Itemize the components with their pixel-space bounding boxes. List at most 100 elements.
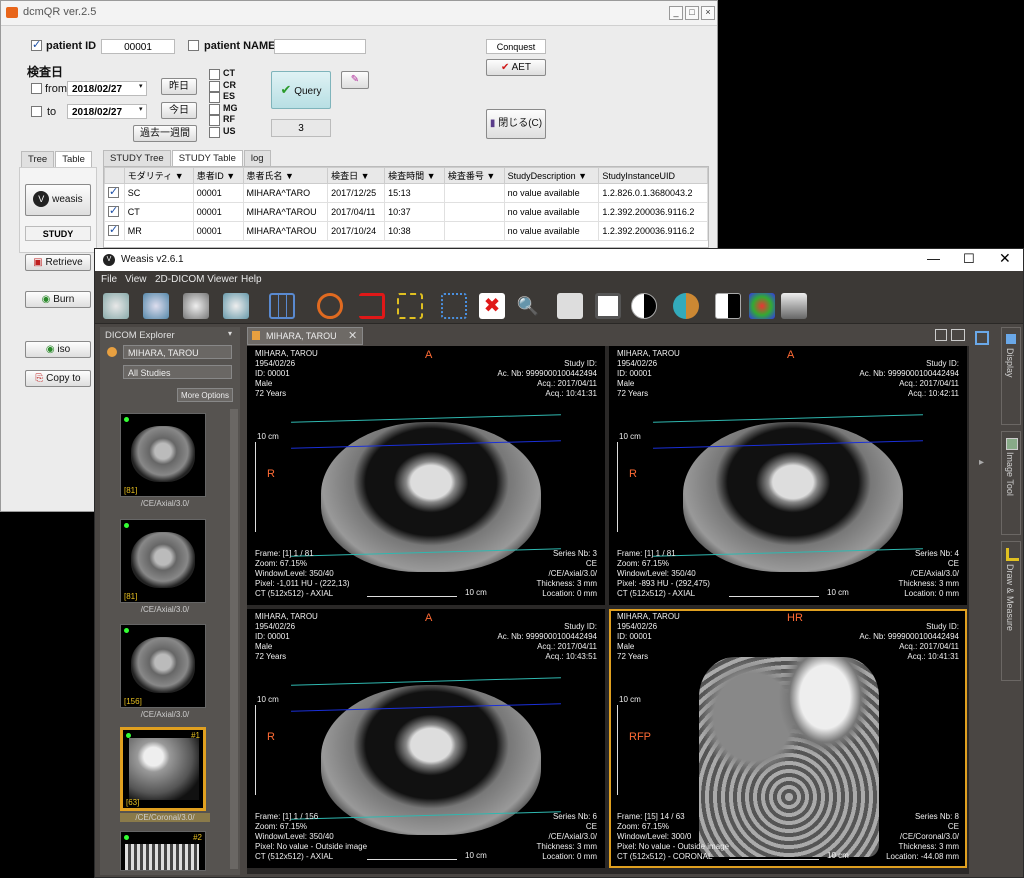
from-date-picker[interactable]: 2018/02/27 (67, 81, 147, 96)
tab-tree[interactable]: Tree (21, 151, 55, 167)
viewport[interactable]: MIHARA, TAROU 1954/02/26 ID: 00001 Male 72 Y… (247, 346, 605, 605)
more-options-button[interactable]: More Options (177, 388, 233, 402)
layout-grid-icon[interactable] (269, 293, 295, 319)
column-header[interactable]: 患者ID ▼ (192, 167, 244, 184)
mpr-icon[interactable] (781, 293, 807, 319)
viewer-tab[interactable]: MIHARA, TAROU ✕ (247, 327, 363, 345)
patient-name-input[interactable] (274, 39, 366, 54)
minimize-icon[interactable]: _ (669, 6, 683, 20)
row-checkbox-cell[interactable] (104, 221, 125, 241)
row-checkbox[interactable] (108, 223, 119, 236)
chevron-down-icon[interactable]: ▾ (139, 82, 143, 90)
column-header[interactable]: モダリティ ▼ (123, 167, 194, 184)
aet-button[interactable]: ✔ AET (486, 59, 546, 76)
chevron-down-icon[interactable]: ▾ (228, 329, 232, 338)
window-icon[interactable] (951, 329, 965, 341)
column-header[interactable]: StudyInstanceUID (598, 167, 708, 184)
column-header[interactable]: 患者氏名 ▼ (242, 167, 329, 184)
export-icon[interactable] (183, 293, 209, 319)
tab-study-tree[interactable]: STUDY Tree (103, 150, 171, 166)
crosshair-icon[interactable] (441, 293, 467, 319)
studies-select[interactable]: All Studies (123, 365, 232, 379)
lut-icon[interactable] (673, 293, 699, 319)
row-checkbox-cell[interactable] (104, 183, 125, 203)
row-checkbox-cell[interactable] (104, 202, 125, 222)
column-header[interactable]: 検査日 ▼ (327, 167, 386, 184)
to-checkbox[interactable] (31, 106, 42, 117)
burn-button[interactable]: ◉ Burn (25, 291, 91, 308)
window-level-icon[interactable] (631, 293, 657, 319)
yesterday-button[interactable]: 昨日 (161, 78, 197, 95)
modality-checkbox-ct[interactable] (209, 69, 220, 80)
past-week-button[interactable]: 過去一週間 (133, 125, 197, 142)
column-header[interactable] (104, 167, 125, 184)
table-row[interactable]: MR00001MIHARA^TAROU2017/10/2410:38 no val… (104, 221, 708, 241)
delete-icon[interactable]: ✖ (479, 293, 505, 319)
select-icon[interactable] (397, 293, 423, 319)
patient-select[interactable]: MIHARA, TAROU (123, 345, 232, 359)
modality-checkbox-cr[interactable] (209, 80, 220, 92)
from-checkbox[interactable] (31, 83, 42, 94)
zoom-icon[interactable]: 🔍 (515, 293, 541, 319)
close-icon[interactable]: ✕ (999, 250, 1011, 267)
panel-toggle-icon[interactable] (975, 331, 989, 345)
explorer-scrollbar[interactable] (230, 409, 238, 869)
series-thumbnail[interactable]: [63] #1 (120, 727, 206, 811)
series-thumbnail[interactable]: [81] (120, 519, 206, 603)
image-tool-panel-tab[interactable]: Image Tool (1001, 431, 1021, 535)
draw-measure-panel-tab[interactable]: Draw & Measure (1001, 541, 1021, 681)
row-checkbox[interactable] (108, 204, 119, 217)
layout-icon[interactable] (935, 329, 947, 341)
row-checkbox[interactable] (108, 185, 119, 198)
column-header[interactable]: 検査番号 ▼ (443, 167, 505, 184)
minimize-icon[interactable]: — (927, 251, 940, 266)
save-icon[interactable] (595, 293, 621, 319)
weasis-button[interactable]: V weasis (25, 184, 91, 216)
import-icon[interactable] (143, 293, 169, 319)
tab-table[interactable]: Table (55, 151, 92, 167)
table-row[interactable]: CT00001MIHARA^TAROU2017/04/1110:37 no val… (104, 202, 708, 222)
copy-to-button[interactable]: ⎘ Copy to (25, 370, 91, 387)
column-header[interactable]: 検査時間 ▼ (384, 167, 445, 184)
iso-button[interactable]: ◉ iso (25, 341, 91, 358)
patient-id-checkbox[interactable] (31, 38, 42, 51)
modality-checkbox-mg[interactable] (209, 103, 220, 115)
series-thumbnail[interactable]: [81] (120, 413, 206, 497)
close-dialog-button[interactable]: ▮ 閉じる(C) (486, 109, 546, 139)
viewport[interactable]: MIHARA, TAROU 1954/02/26 ID: 00001 Male 72 Y… (247, 609, 605, 868)
modality-checkbox-rf[interactable] (209, 115, 220, 126)
invert-icon[interactable] (715, 293, 741, 319)
series-thumbnail[interactable]: #2 (120, 831, 206, 871)
chevron-right-icon[interactable]: ▸ (979, 457, 984, 468)
maximize-icon[interactable]: ☐ (963, 251, 975, 267)
close-icon[interactable]: × (701, 6, 715, 20)
display-panel-tab[interactable]: Display (1001, 327, 1021, 425)
today-button[interactable]: 今日 (161, 102, 197, 119)
query-button[interactable]: ✔ Query (271, 71, 331, 109)
tab-log[interactable]: log (243, 150, 271, 166)
close-tab-icon[interactable]: ✕ (348, 329, 357, 342)
column-header[interactable]: StudyDescription ▼ (503, 167, 600, 184)
crop-icon[interactable] (359, 293, 385, 319)
maximize-icon[interactable]: □ (685, 6, 699, 20)
menu-view[interactable]: View (125, 274, 147, 285)
retrieve-button[interactable]: ▣ Retrieve (25, 254, 91, 271)
to-date-picker[interactable]: 2018/02/27 (67, 104, 147, 119)
viewport[interactable]: MIHARA, TAROU 1954/02/26 ID: 00001 Male 72 Y… (609, 609, 967, 868)
tab-study-table[interactable]: STUDY Table (171, 150, 243, 166)
print-icon[interactable] (223, 293, 249, 319)
viewport[interactable]: MIHARA, TAROU 1954/02/26 ID: 00001 Male 72 Y… (609, 346, 967, 605)
modality-checkbox-us[interactable] (209, 126, 220, 138)
open-file-icon[interactable] (103, 293, 129, 319)
table-row[interactable]: SC00001MIHARA^TARO2017/12/2515:13 no valu… (104, 183, 708, 203)
series-thumbnail[interactable]: [156] (120, 624, 206, 708)
menu-2d-viewer[interactable]: 2D-DICOM Viewer (155, 274, 238, 285)
pan-icon[interactable] (557, 293, 583, 319)
menu-help[interactable]: Help (241, 274, 262, 285)
clear-wand-icon[interactable]: ✎ (341, 71, 369, 89)
modality-checkbox-es[interactable] (209, 92, 220, 103)
patient-id-input[interactable]: 00001 (101, 39, 175, 54)
chevron-down-icon[interactable]: ▾ (139, 105, 143, 113)
patient-name-checkbox[interactable] (188, 40, 199, 51)
sync-icon[interactable] (317, 293, 343, 319)
